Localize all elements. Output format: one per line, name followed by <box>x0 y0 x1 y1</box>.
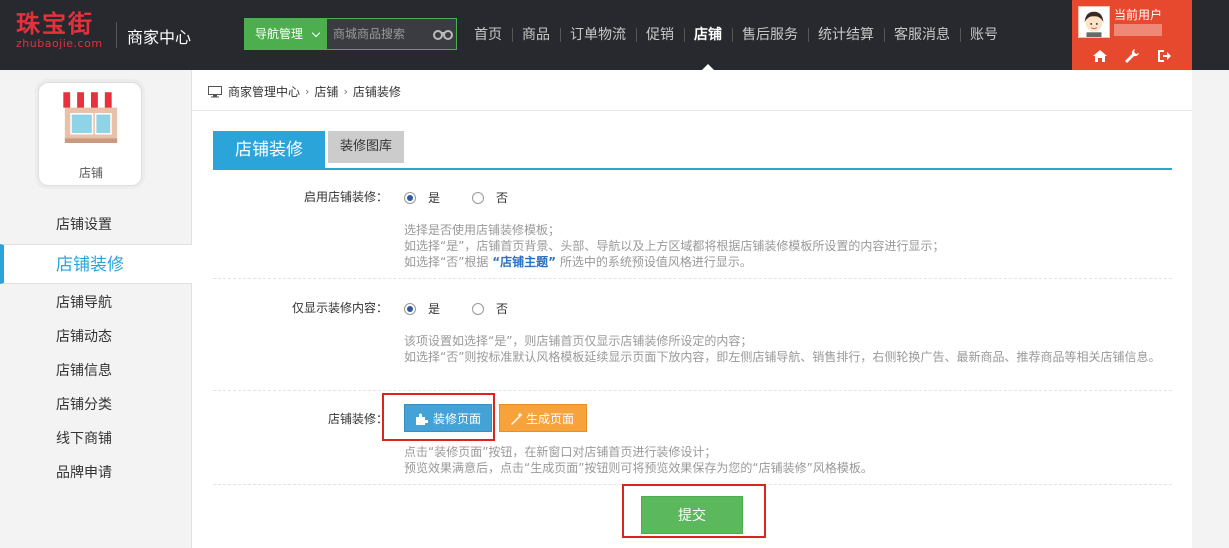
store-theme-link[interactable]: “店铺主题” <box>492 255 556 269</box>
store-card-label: 店铺 <box>78 166 103 180</box>
enable-hint-line1: 选择是否使用店铺装修模板； <box>404 223 561 237</box>
sidebar: 店铺 店铺设置 店铺装修 店铺导航 店铺动态 店铺信息 店铺分类 线下商铺 品牌… <box>0 70 192 548</box>
tab-bar: 店铺装修 装修图库 <box>213 130 1172 170</box>
chevron-right-icon: › <box>343 85 348 98</box>
chevron-down-icon <box>311 28 321 38</box>
only-decor-hint: 该项设置如选择“是”，则店铺首页仅显示店铺装修所设定的内容； 如选择“否”则按标… <box>404 333 1164 365</box>
monitor-icon <box>208 85 222 97</box>
enable-yes-label: 是 <box>428 191 441 205</box>
enable-decoration-radios: 是 否 <box>404 189 540 206</box>
only-decor-hint-line2: 如选择“否”则按标准默认风格模板延续显示页面下放内容，即左侧店铺导航、销售排行，… <box>404 350 1161 364</box>
sidebar-item-offline-shop[interactable]: 线下商铺 <box>0 422 192 456</box>
logo-domain: zhubaojie.com <box>16 37 103 50</box>
enable-hint: 选择是否使用店铺装修模板； 如选择“是”，店铺首页背景、头部、导航以及上方区域都… <box>404 222 1164 270</box>
search-input[interactable] <box>329 19 429 49</box>
generate-page-label: 生成页面 <box>526 412 575 426</box>
nav-store[interactable]: 店铺 <box>684 0 732 70</box>
enable-no-radio[interactable] <box>472 191 485 204</box>
breadcrumb: 商家管理中心 › 店铺 › 店铺装修 <box>208 83 401 100</box>
logout-icon[interactable] <box>1156 48 1172 64</box>
highlight-box <box>622 484 766 538</box>
enable-decoration-label: 启用店铺装修： <box>303 190 388 204</box>
only-decor-radios: 是 否 <box>404 300 540 317</box>
nav-service-messages[interactable]: 客服消息 <box>884 0 960 70</box>
tab-store-decoration[interactable]: 店铺装修 <box>213 131 325 169</box>
only-decor-yes-label: 是 <box>428 302 441 316</box>
only-decor-no-label: 否 <box>496 302 509 316</box>
only-decor-label: 仅显示装修内容： <box>291 301 388 315</box>
sidebar-item-store-info[interactable]: 店铺信息 <box>0 354 192 388</box>
sidebar-item-store-category[interactable]: 店铺分类 <box>0 388 192 422</box>
nav-manage-label: 导航管理 <box>255 27 304 41</box>
enable-no-label: 否 <box>496 191 509 205</box>
breadcrumb-item-merchant-center[interactable]: 商家管理中心 <box>228 83 300 100</box>
row-divider <box>213 278 1172 279</box>
decor-label: 店铺装修： <box>327 412 388 426</box>
user-panel: 当前用户 <box>1072 0 1192 70</box>
logo-text: 珠宝街 <box>16 9 94 38</box>
sidebar-item-store-decoration[interactable]: 店铺装修 <box>0 244 192 284</box>
magic-wand-icon <box>511 412 523 425</box>
generate-page-button[interactable]: 生成页面 <box>499 404 587 432</box>
enable-hint-line3: 如选择“否”根据 “店铺主题” 所选中的系统预设值风格进行显示。 <box>404 255 752 269</box>
decor-hint-line2: 预览效果满意后，点击“生成页面”按钮则可将预览效果保存为您的“店铺装修”风格模板… <box>404 461 873 475</box>
avatar[interactable] <box>1078 6 1110 38</box>
user-name-blurred <box>1114 22 1184 36</box>
highlight-box <box>382 393 495 441</box>
site-logo[interactable]: 珠宝街 zhubaojie.com <box>16 10 103 50</box>
breadcrumb-divider <box>192 110 1192 111</box>
home-icon[interactable] <box>1092 48 1108 64</box>
row-divider <box>213 390 1172 391</box>
nav-after-sales[interactable]: 售后服务 <box>732 0 808 70</box>
decor-hint: 点击“装修页面”按钮，在新窗口对店铺首页进行装修设计； 预览效果满意后，点击“生… <box>404 444 1164 476</box>
nav-home[interactable]: 首页 <box>464 0 512 70</box>
merchant-center-title: 商家中心 <box>127 28 192 47</box>
decor-hint-line1: 点击“装修页面”按钮，在新窗口对店铺首页进行装修设计； <box>404 445 717 459</box>
sidebar-menu: 店铺设置 店铺装修 店铺导航 店铺动态 店铺信息 店铺分类 线下商铺 品牌申请 <box>0 208 192 490</box>
logo-divider <box>116 22 117 48</box>
nav-promotion[interactable]: 促销 <box>636 0 684 70</box>
nav-orders[interactable]: 订单物流 <box>560 0 636 70</box>
right-gutter <box>1192 70 1229 548</box>
chevron-right-icon: › <box>305 85 310 98</box>
store-card: 店铺 <box>38 82 142 186</box>
main-nav: 首页 商品 订单物流 促销 店铺 售后服务 统计结算 客服消息 账号 <box>464 0 1008 70</box>
sidebar-item-store-navigation[interactable]: 店铺导航 <box>0 286 192 320</box>
top-header: 珠宝街 zhubaojie.com 商家中心 导航管理 首页 商品 订单物流 促… <box>0 0 1229 70</box>
nav-goods[interactable]: 商品 <box>512 0 560 70</box>
enable-hint-line2: 如选择“是”，店铺首页背景、头部、导航以及上方区域都将根据店铺装修模板所设置的内… <box>404 239 945 253</box>
binoculars-icon[interactable] <box>433 28 453 40</box>
sidebar-item-brand-apply[interactable]: 品牌申请 <box>0 456 192 490</box>
breadcrumb-item-current: 店铺装修 <box>352 85 401 99</box>
tab-decoration-gallery[interactable]: 装修图库 <box>328 131 404 163</box>
only-decor-yes-radio[interactable] <box>404 302 416 315</box>
current-user-label: 当前用户 <box>1114 8 1163 22</box>
wrench-icon[interactable] <box>1124 48 1140 64</box>
nav-statistics[interactable]: 统计结算 <box>808 0 884 70</box>
breadcrumb-item-store[interactable]: 店铺 <box>314 83 338 100</box>
user-actions <box>1072 48 1192 64</box>
sidebar-item-store-news[interactable]: 店铺动态 <box>0 320 192 354</box>
avatar-face-icon <box>1079 7 1109 37</box>
nav-account[interactable]: 账号 <box>960 0 1008 70</box>
only-decor-no-radio[interactable] <box>472 302 485 315</box>
nav-search-box: 导航管理 <box>244 18 457 50</box>
sidebar-item-store-settings[interactable]: 店铺设置 <box>0 208 192 242</box>
main-content: 商家管理中心 › 店铺 › 店铺装修 店铺装修 装修图库 启用店铺装修： 是 否… <box>192 70 1192 548</box>
enable-yes-radio[interactable] <box>404 191 416 204</box>
only-decor-hint-line1: 该项设置如选择“是”，则店铺首页仅显示店铺装修所设定的内容； <box>404 334 753 348</box>
storefront-icon <box>63 92 119 143</box>
nav-manage-dropdown[interactable]: 导航管理 <box>245 19 327 49</box>
